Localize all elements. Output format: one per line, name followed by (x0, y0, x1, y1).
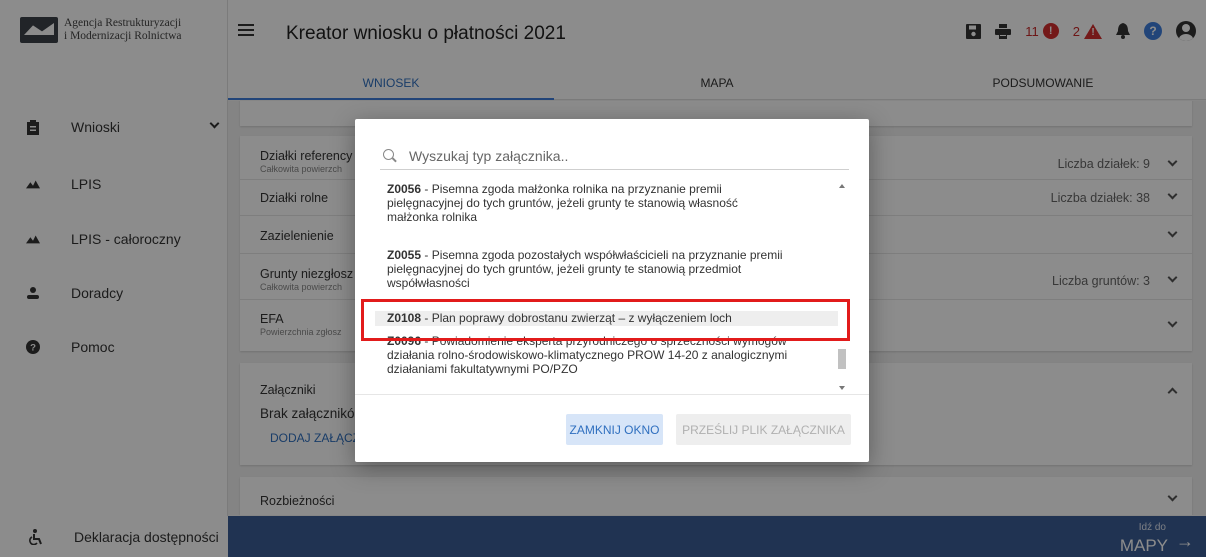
list-item[interactable]: Z0056 - Pisemna zgoda małżonka rolnika n… (375, 182, 838, 224)
divider (355, 394, 869, 395)
item-desc: - Pisemna zgoda małżonka rolnika na przy… (421, 182, 722, 196)
list-item[interactable]: Z0055 - Pisemna zgoda pozostałych współw… (375, 248, 838, 290)
item-desc: współwłasności (387, 276, 470, 290)
highlight-box (361, 299, 850, 341)
item-desc: pielęgnacyjnej do tych gruntów, jeżeli g… (387, 262, 742, 276)
scrollbar[interactable] (837, 182, 847, 392)
item-desc: - Pisemna zgoda pozostałych współwłaścic… (421, 248, 783, 262)
close-dialog-button[interactable]: ZAMKNIJ OKNO (566, 414, 663, 445)
attachment-type-list: Z0056 - Pisemna zgoda małżonka rolnika n… (375, 182, 850, 392)
scroll-down-icon[interactable] (839, 386, 845, 390)
search-field (380, 142, 849, 170)
attachment-type-dialog: Z0056 - Pisemna zgoda małżonka rolnika n… (355, 119, 869, 462)
search-icon (383, 148, 397, 163)
item-desc: działania rolno-środowiskowo-klimatyczne… (387, 348, 788, 362)
item-desc: pielęgnacyjnej do tych gruntów, jeżeli g… (387, 196, 738, 210)
scroll-up-icon[interactable] (839, 184, 845, 188)
search-input[interactable] (409, 147, 809, 164)
upload-attachment-button[interactable]: PRZEŚLIJ PLIK ZAŁĄCZNIKA (676, 414, 851, 445)
item-code: Z0055 (387, 248, 422, 262)
item-desc: małżonka rolnika (387, 210, 478, 224)
scroll-thumb[interactable] (838, 349, 846, 369)
item-desc: działaniami fakultatywnymi PO/PZO (387, 362, 578, 376)
item-code: Z0056 (387, 182, 422, 196)
